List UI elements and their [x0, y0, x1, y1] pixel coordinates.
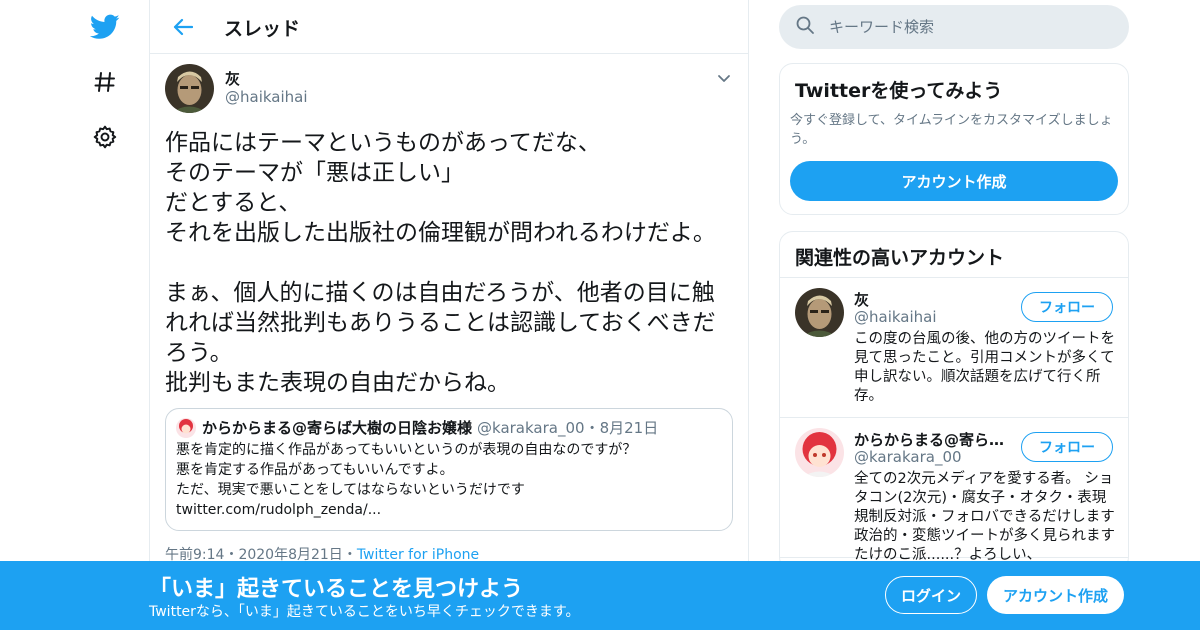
twitter-bird-icon[interactable] — [88, 10, 122, 44]
banner-create-account-button[interactable]: アカウント作成 — [987, 576, 1124, 614]
banner-title: 「いま」起きていることを見つけよう — [149, 577, 524, 602]
hashtag-icon[interactable] — [88, 65, 122, 99]
search-bar[interactable] — [779, 5, 1129, 49]
avatar[interactable] — [795, 428, 844, 477]
chevron-down-icon[interactable] — [714, 68, 734, 88]
gear-icon[interactable] — [88, 120, 122, 154]
quoted-tweet-header: からからまる@寄らば大樹の日陰お嬢様 @karakara_00 ・ 8月21日 — [176, 418, 722, 438]
quoted-avatar — [176, 418, 196, 438]
related-account-name[interactable]: からからまる@寄らば大樹の日陰お嬢様 — [854, 429, 1006, 450]
related-account-handle[interactable]: @karakara_00 — [854, 448, 962, 466]
create-account-button[interactable]: アカウント作成 — [790, 161, 1118, 201]
avatar[interactable] — [165, 64, 214, 113]
search-input[interactable] — [829, 18, 1109, 36]
quoted-author-name: からからまる@寄らば大樹の日陰お嬢様 — [202, 419, 473, 437]
related-account[interactable]: 灰 @haikaihai フォロー この度の台風の後、他の方のツイートを見て思っ… — [780, 278, 1128, 418]
follow-button[interactable]: フォロー — [1021, 432, 1113, 462]
login-button[interactable]: ログイン — [885, 576, 977, 614]
signup-card-title: Twitterを使ってみよう — [795, 80, 1003, 102]
follow-button[interactable]: フォロー — [1021, 292, 1113, 322]
quoted-tweet-text: 悪を肯定的に描く作品があってもいいというのが表現の自由なのですが？ 悪を肯定する… — [176, 442, 637, 518]
main-column: スレッド 灰 @haikaihai 作品にはテーマというものがあってだな、 その… — [149, 0, 749, 630]
related-account-name[interactable]: 灰 — [854, 289, 1006, 310]
quoted-date: 8月21日 — [599, 419, 659, 437]
related-account-bio: 全ての2次元メディアを愛する者。 ショタコン(2次元)・腐女子・オタク・表現規制… — [854, 471, 1115, 563]
thread-header: スレッド — [150, 0, 748, 54]
page: スレッド 灰 @haikaihai 作品にはテーマというものがあってだな、 その… — [0, 0, 1200, 630]
page-title: スレッド — [224, 18, 301, 40]
quoted-author-handle: @karakara_00 — [477, 419, 585, 437]
search-icon — [795, 15, 815, 39]
tweet-author-handle[interactable]: @haikaihai — [225, 88, 308, 106]
signup-card: Twitterを使ってみよう 今すぐ登録して、タイムラインをカスタマイズしましょ… — [779, 63, 1129, 215]
related-account[interactable]: からからまる@寄らば大樹の日陰お嬢様 @karakara_00 フォロー 全ての… — [780, 418, 1128, 563]
tweet: 灰 @haikaihai 作品にはテーマというものがあってだな、 そのテーマが「… — [150, 54, 748, 563]
signup-banner: 「いま」起きていることを見つけよう Twitterなら、「いま」起きていることを… — [0, 561, 1200, 630]
tweet-author: 灰 @haikaihai — [150, 54, 748, 122]
banner-subtitle: Twitterなら、「いま」起きていることをいち早くチェックできます。 — [149, 604, 580, 620]
related-accounts-title: 関連性の高いアカウント — [780, 232, 1128, 278]
tweet-text: 作品にはテーマというものがあってだな、 そのテーマが「悪は正しい」 だとすると、… — [165, 130, 716, 396]
related-account-bio: この度の台風の後、他の方のツイートを見て思ったこと。引用コメントが多くて申し訳な… — [854, 331, 1115, 404]
quoted-tweet[interactable]: からからまる@寄らば大樹の日陰お嬢様 @karakara_00 ・ 8月21日 … — [165, 408, 733, 531]
quoted-separator: ・ — [584, 419, 600, 437]
tweet-author-name[interactable]: 灰 — [225, 68, 240, 89]
avatar[interactable] — [795, 288, 844, 337]
back-arrow-icon[interactable] — [168, 12, 198, 42]
left-nav — [80, 0, 130, 630]
signup-card-subtitle: 今すぐ登録して、タイムラインをカスタマイズしましょう。 — [790, 113, 1113, 147]
related-accounts-card: 関連性の高いアカウント 灰 @haikaihai フォロー この度の台風の後、他… — [779, 231, 1129, 571]
related-account-handle[interactable]: @haikaihai — [854, 308, 937, 326]
